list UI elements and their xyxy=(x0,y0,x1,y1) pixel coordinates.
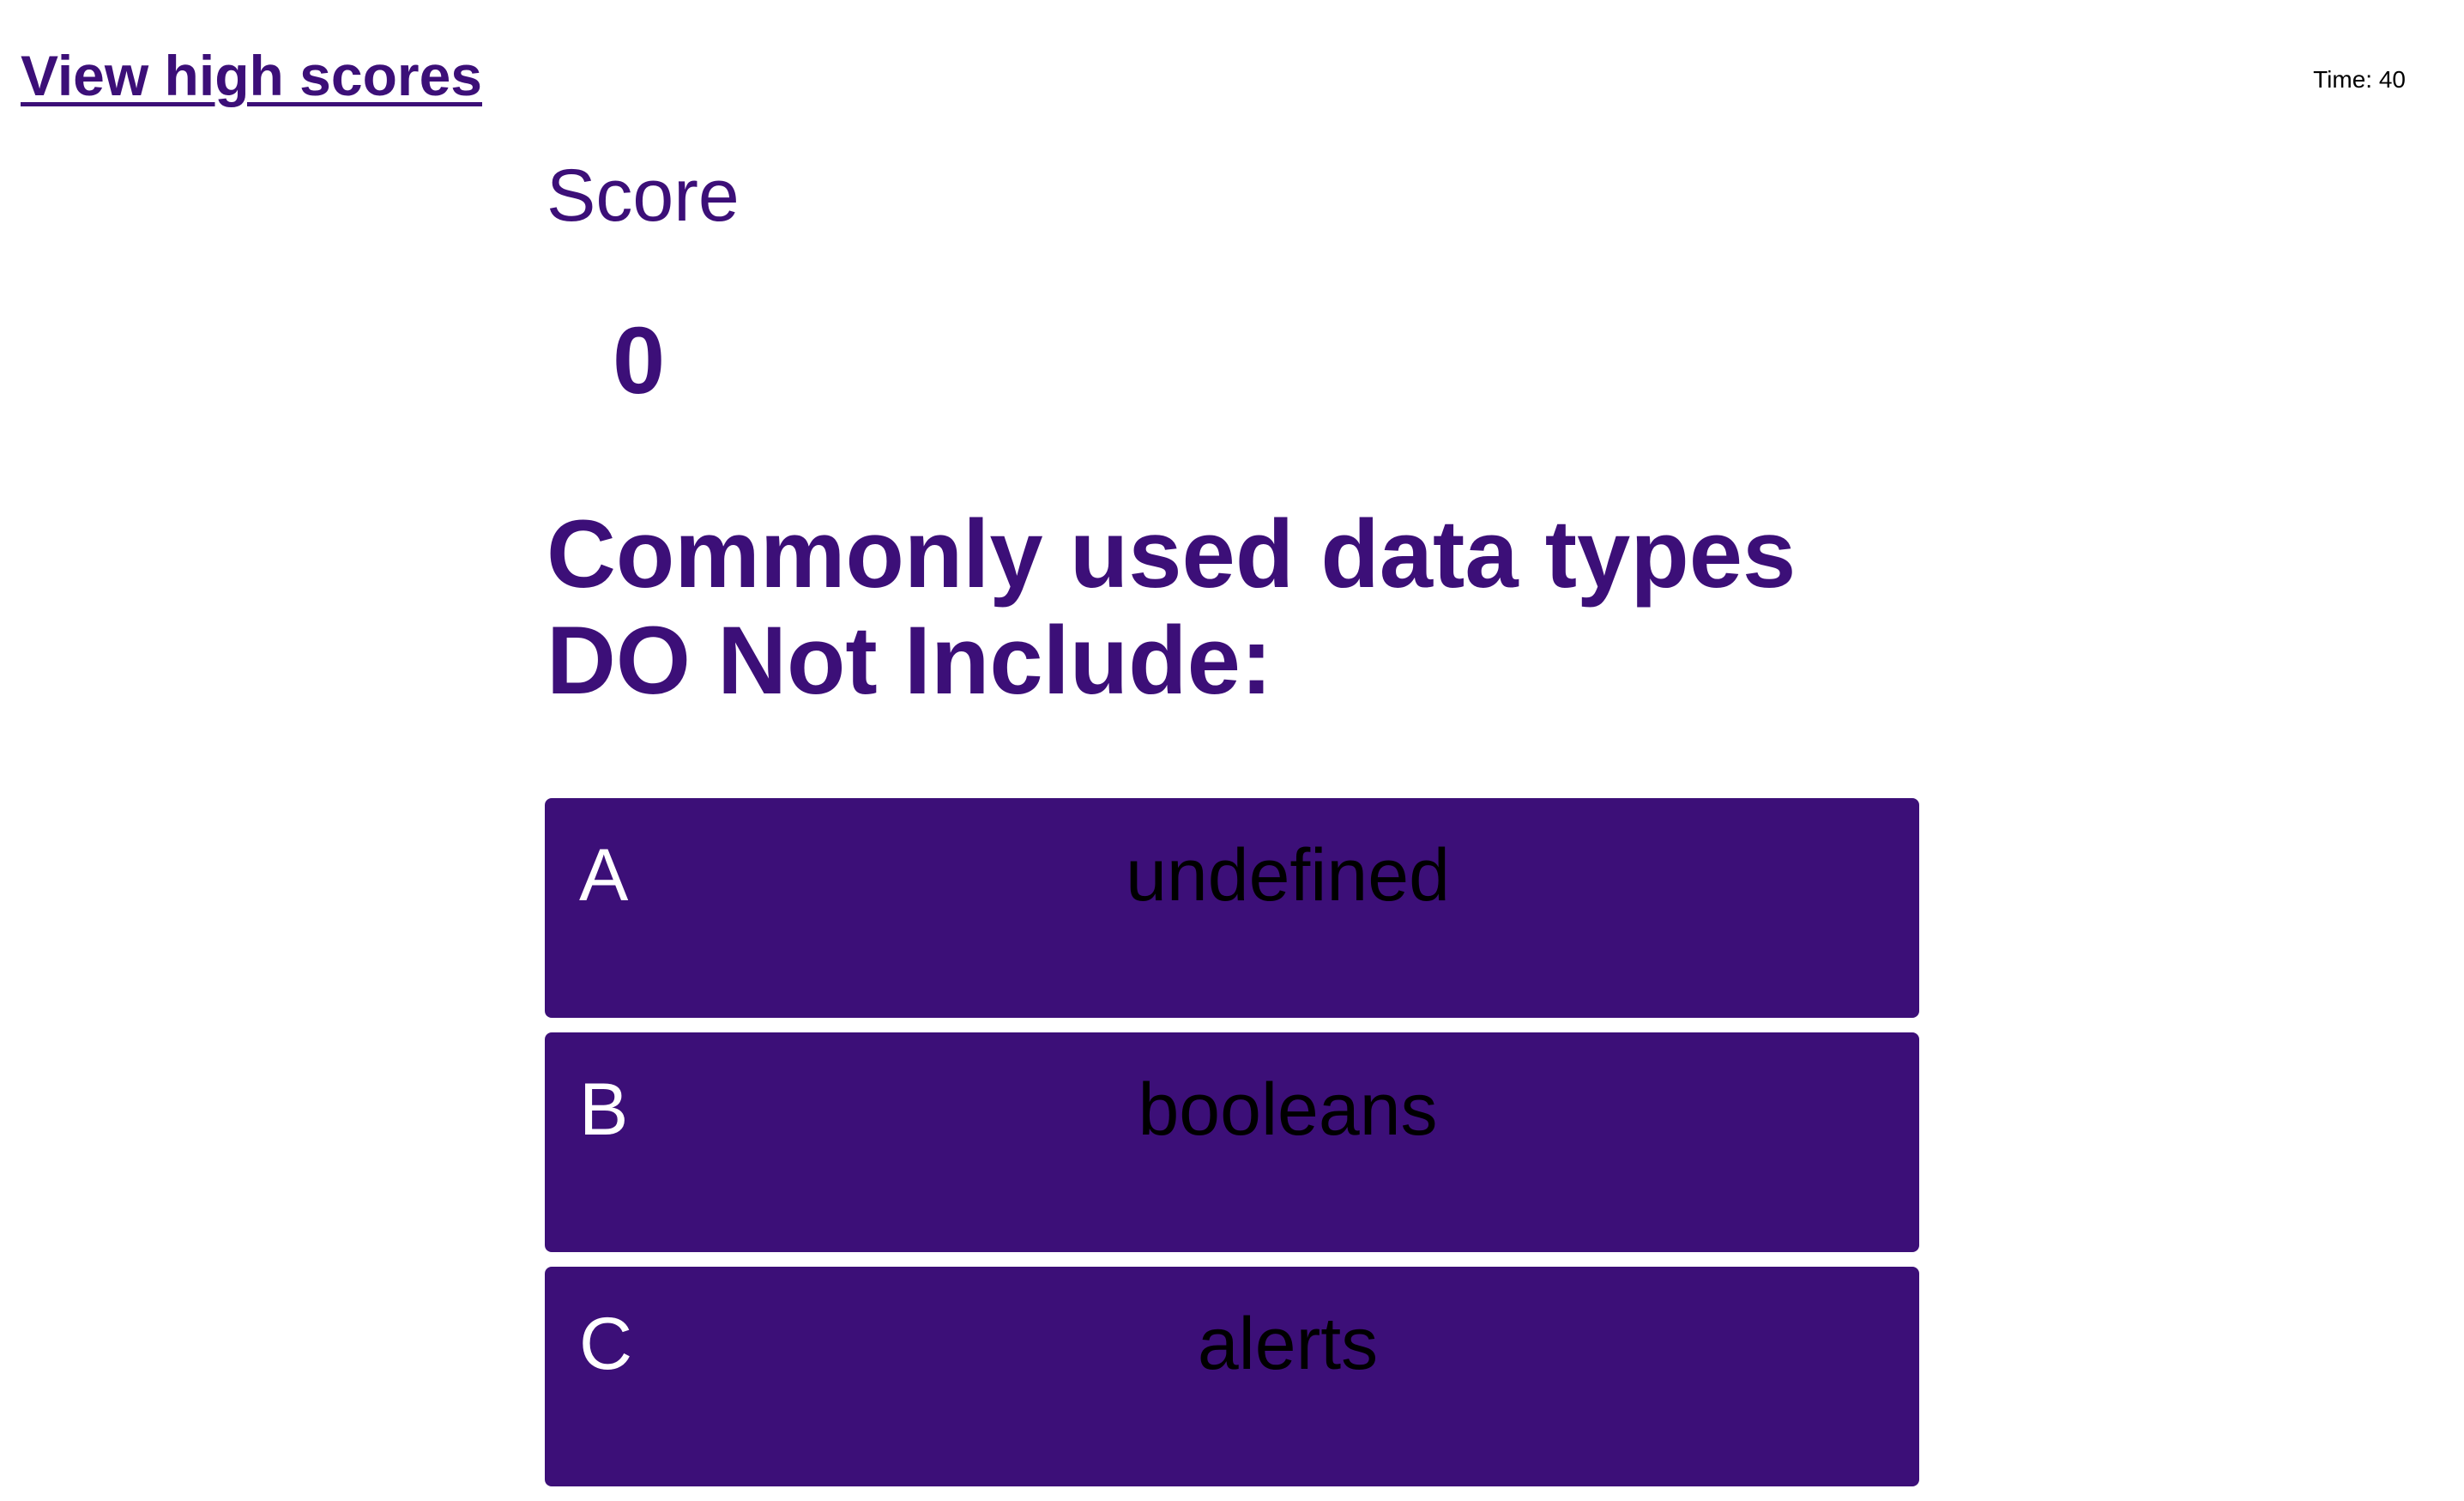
score-label: Score xyxy=(547,154,740,237)
timer-value: 40 xyxy=(2378,66,2406,93)
timer-label: Time: xyxy=(2313,66,2373,93)
answer-list: A undefined B booleans C alerts xyxy=(545,798,1919,1501)
answer-button-a[interactable]: A undefined xyxy=(545,798,1919,1018)
answer-button-c[interactable]: C alerts xyxy=(545,1267,1919,1486)
timer: Time: 40 xyxy=(2313,65,2406,94)
question-text: Commonly used data types DO Not Include: xyxy=(547,500,1797,714)
answer-text: alerts xyxy=(1197,1303,1379,1385)
view-high-scores-link[interactable]: View high scores xyxy=(21,41,482,110)
answer-text: booleans xyxy=(1138,1068,1438,1151)
score-value: 0 xyxy=(613,308,666,414)
answer-text: undefined xyxy=(1126,834,1450,917)
answer-button-b[interactable]: B booleans xyxy=(545,1032,1919,1252)
